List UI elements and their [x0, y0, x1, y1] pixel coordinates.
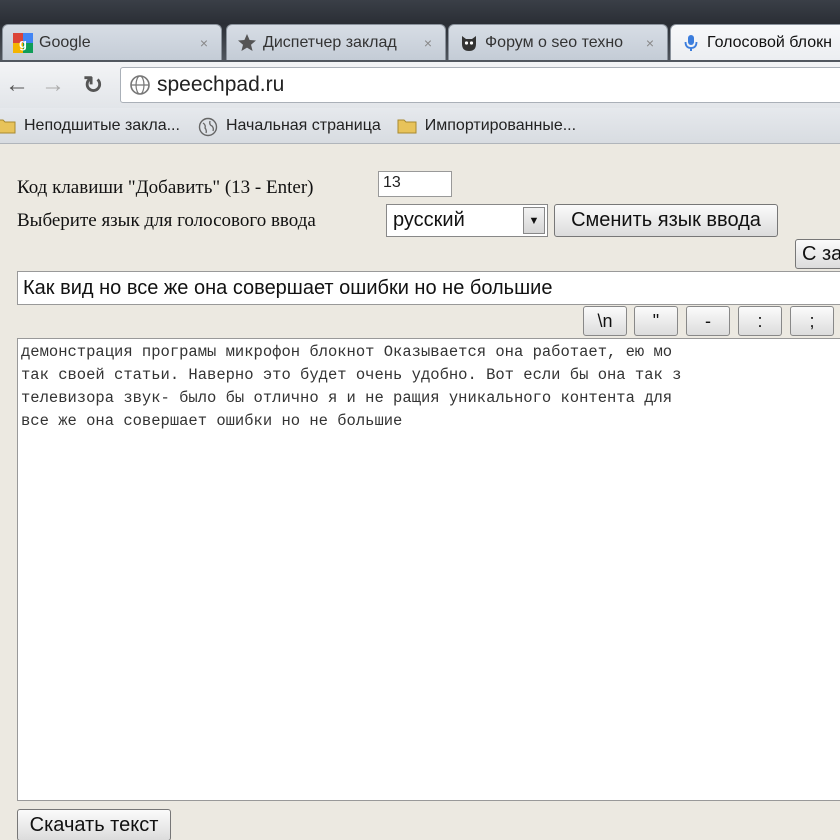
- globe-icon: [198, 117, 218, 136]
- tab-voice-notepad[interactable]: Голосовой блокн: [670, 24, 840, 60]
- tab-label: Форум о seo техно: [485, 33, 624, 51]
- folder-icon: [0, 117, 16, 135]
- forward-button[interactable]: →: [38, 70, 68, 100]
- page-content: Код клавиши "Добавить" (13 - Enter) 13 В…: [0, 145, 840, 840]
- tab-google[interactable]: g Google ×: [2, 24, 222, 60]
- clear-button[interactable]: С за: [795, 239, 840, 269]
- address-bar[interactable]: speechpad.ru: [120, 67, 840, 103]
- tab-bookmark-manager[interactable]: Диспетчер заклад ×: [226, 24, 446, 60]
- language-select[interactable]: русский ▼: [386, 204, 548, 237]
- close-icon[interactable]: ×: [421, 35, 435, 51]
- url-text: speechpad.ru: [157, 73, 285, 96]
- tab-label: Диспетчер заклад: [263, 33, 397, 51]
- key-code-input[interactable]: 13: [378, 171, 452, 197]
- key-code-label: Код клавиши "Добавить" (13 - Enter): [17, 177, 314, 198]
- bookmark-label: Неподшитые закла...: [24, 116, 180, 134]
- insert-semicolon-button[interactable]: ;: [790, 306, 834, 336]
- voice-input-field[interactable]: Как вид но все же она совершает ошибки н…: [17, 271, 840, 305]
- bookmark-unsorted[interactable]: Неподшитые закла...: [0, 117, 180, 135]
- folder-icon: [397, 117, 417, 135]
- tab-label: Голосовой блокн: [707, 33, 832, 51]
- svg-text:g: g: [19, 36, 27, 51]
- bookmark-imported[interactable]: Импортированные...: [397, 117, 576, 135]
- insert-colon-button[interactable]: :: [738, 306, 782, 336]
- star-icon: [237, 33, 257, 53]
- insert-quote-button[interactable]: ": [634, 306, 678, 336]
- bookmarks-bar: Неподшитые закла... Начальная страница И…: [0, 108, 840, 144]
- dropdown-arrow-icon[interactable]: ▼: [523, 207, 545, 234]
- language-label: Выберите язык для голосового ввода: [17, 210, 316, 231]
- close-icon[interactable]: ×: [197, 35, 211, 51]
- bookmark-label: Импортированные...: [424, 116, 577, 134]
- reload-button[interactable]: ↻: [78, 70, 108, 100]
- tab-seo-forum[interactable]: Форум о seo техно ×: [448, 24, 668, 60]
- globe-icon: [129, 74, 151, 96]
- tab-label: Google: [39, 33, 91, 51]
- insert-dash-button[interactable]: -: [686, 306, 730, 336]
- change-language-button[interactable]: Сменить язык ввода: [554, 204, 778, 237]
- forum-icon: [459, 33, 479, 53]
- back-button[interactable]: ←: [2, 70, 32, 100]
- language-selected-value: русский: [393, 209, 465, 231]
- bookmark-label: Начальная страница: [225, 116, 381, 134]
- insert-newline-button[interactable]: \n: [583, 306, 627, 336]
- tab-strip: g Google × Диспетчер заклад × Форум о se…: [0, 0, 840, 62]
- close-icon[interactable]: ×: [643, 35, 657, 51]
- download-text-button[interactable]: Скачать текст: [17, 809, 171, 840]
- microphone-icon: [681, 33, 701, 53]
- text-area[interactable]: демонстрация програмы микрофон блокнот О…: [17, 338, 840, 801]
- browser-toolbar: ← → ↻ speechpad.ru: [0, 62, 840, 108]
- google-icon: g: [13, 32, 33, 53]
- bookmark-home-page[interactable]: Начальная страница: [198, 116, 381, 136]
